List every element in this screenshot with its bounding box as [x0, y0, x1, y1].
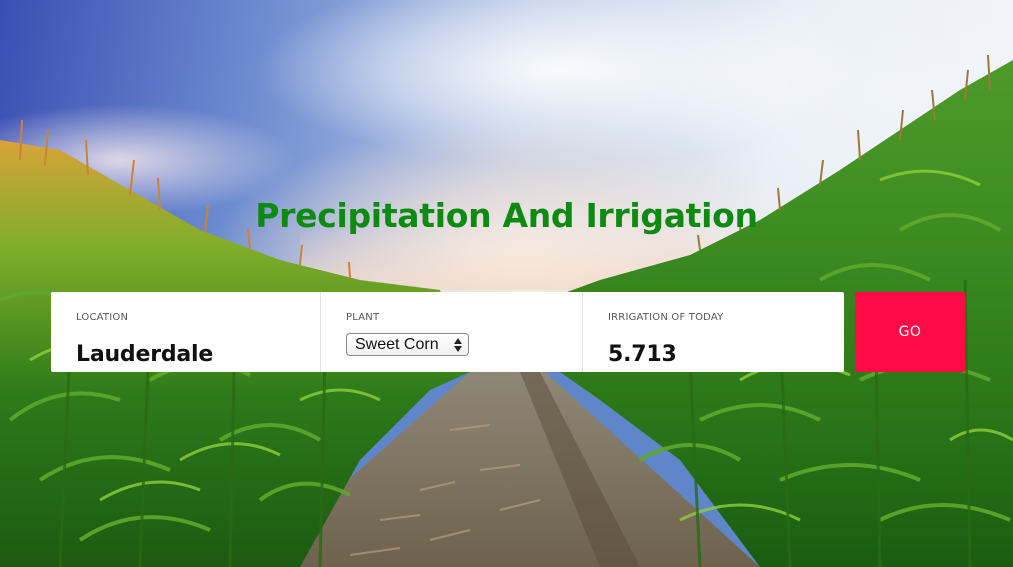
plant-label: PLANT — [346, 312, 380, 323]
irrigation-form-panel: LOCATION Lauderdale PLANT Sweet Corn IRR… — [51, 292, 844, 372]
irrigation-label: IRRIGATION OF TODAY — [608, 312, 724, 323]
go-button[interactable]: GO — [855, 292, 965, 372]
irrigation-cell: IRRIGATION OF TODAY 5.713 — [583, 292, 844, 372]
plant-select-value: Sweet Corn — [355, 335, 439, 353]
page-title: Precipitation And Irrigation — [255, 196, 758, 235]
location-value: Lauderdale — [76, 342, 214, 367]
page: Precipitation And Irrigation LOCATION La… — [0, 0, 1013, 567]
select-updown-arrows-icon — [450, 336, 466, 354]
plant-select[interactable]: Sweet Corn — [346, 333, 469, 356]
plant-cell: PLANT Sweet Corn — [321, 292, 583, 372]
irrigation-value: 5.713 — [608, 342, 677, 367]
location-label: LOCATION — [76, 312, 129, 323]
location-cell: LOCATION Lauderdale — [51, 292, 321, 372]
cornfield-background-image — [0, 54, 1013, 567]
